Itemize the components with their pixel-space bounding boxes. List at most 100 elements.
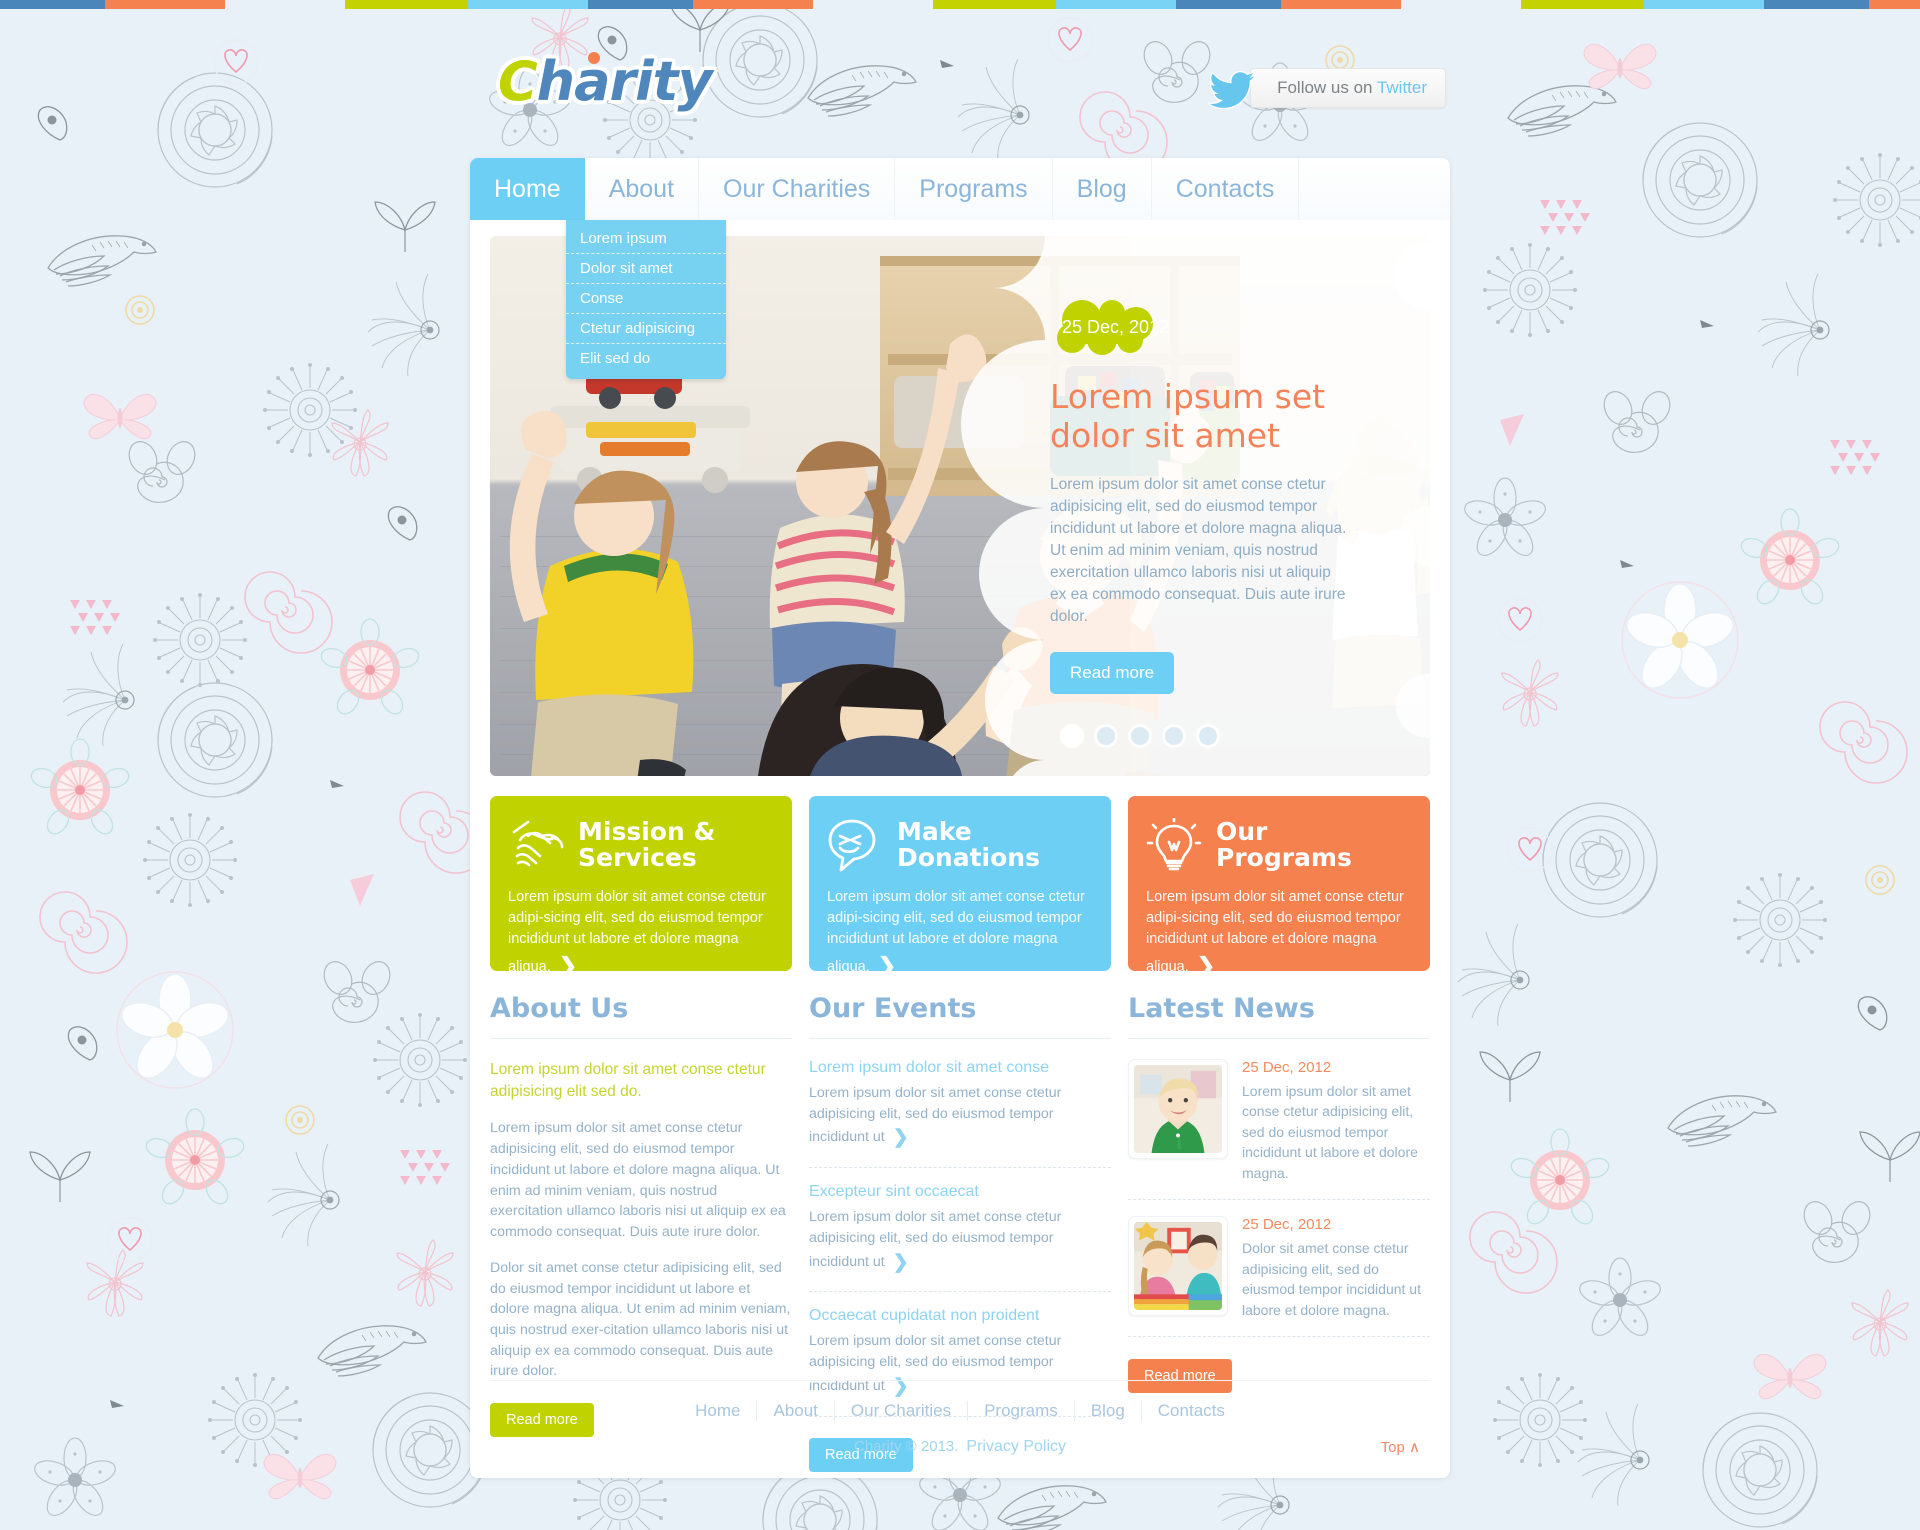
footer-bottom-row: Charity © 2013. Privacy Policy Top ∧ xyxy=(490,1438,1430,1456)
back-to-top-link[interactable]: Top ∧ xyxy=(1381,1438,1420,1456)
news-text: Lorem ipsum dolor sit amet conse ctetur … xyxy=(1242,1083,1418,1181)
news-thumbnail[interactable] xyxy=(1128,1059,1228,1159)
slider-pagination xyxy=(1060,724,1220,748)
about-us-paragraph-2: Dolor sit amet conse ctetur adipisicing … xyxy=(490,1259,791,1380)
event-arrow-icon[interactable]: ❯ xyxy=(893,1252,909,1273)
dropdown-item-1[interactable]: Lorem ipsum xyxy=(566,224,726,254)
event-title[interactable]: Occaecat cupidatat non proident xyxy=(809,1307,1111,1325)
chevron-up-icon: ∧ xyxy=(1409,1439,1420,1456)
about-us-lead: Lorem ipsum dolor sit amet conse ctetur … xyxy=(490,1061,766,1100)
event-arrow-icon[interactable]: ❯ xyxy=(893,1127,909,1148)
nav-item-contacts[interactable]: Contacts xyxy=(1152,158,1300,220)
news-date: 25 Dec, 2012 xyxy=(1242,1216,1332,1234)
nav-item-our-charities[interactable]: Our Charities xyxy=(699,158,896,220)
teacher-and-girl-photo xyxy=(1134,1222,1222,1311)
slider-dot-2[interactable] xyxy=(1094,724,1118,748)
twitter-follow-block[interactable]: Follow us on Twitter xyxy=(1208,67,1446,109)
dropdown-item-5[interactable]: Elit sed do xyxy=(566,344,726,373)
event-text-body: Lorem ipsum dolor sit amet conse ctetur … xyxy=(809,1209,1062,1270)
nav-item-home[interactable]: Home xyxy=(470,158,585,220)
feature-title: Mission & Services xyxy=(578,816,716,872)
feature-box-our-programs[interactable]: Our Programs Lorem ipsum dolor sit amet … xyxy=(1128,796,1430,978)
event-title[interactable]: Excepteur sint occaecat xyxy=(809,1183,1111,1201)
boy-in-green-shirt-photo xyxy=(1134,1065,1222,1153)
footer-navigation: Home About Our Charities Programs Blog C… xyxy=(490,1401,1430,1421)
logo-rest: harity xyxy=(536,50,713,113)
slide-date: 25 Dec, 2012 xyxy=(1062,317,1170,337)
nav-item-blog[interactable]: Blog xyxy=(1053,158,1152,220)
primary-navigation: Home About Our Charities Programs Blog C… xyxy=(470,158,1450,379)
event-text: Lorem ipsum dolor sit amet conse ctetur … xyxy=(809,1083,1111,1152)
footer-link-contacts[interactable]: Contacts xyxy=(1142,1401,1241,1421)
feature-text-body: Lorem ipsum dolor sit amet conse ctetur … xyxy=(508,889,766,976)
privacy-policy-link[interactable]: Privacy Policy xyxy=(966,1438,1066,1455)
nav-dropdown-menu: Lorem ipsum Dolor sit amet Conse Ctetur … xyxy=(566,220,726,379)
slide-title: Lorem ipsum set dolor sit amet xyxy=(1050,377,1326,455)
feature-text: Lorem ipsum dolor sit amet conse ctetur … xyxy=(827,887,1093,982)
footer-link-about[interactable]: About xyxy=(757,1401,835,1421)
about-us-paragraph-1: Lorem ipsum dolor sit amet conse ctetur … xyxy=(490,1120,786,1241)
event-item: Excepteur sint occaecat Lorem ipsum dolo… xyxy=(809,1183,1111,1293)
feature-arrow-icon[interactable]: ❯ xyxy=(559,950,577,982)
feature-box-make-donations[interactable]: Make Donations Lorem ipsum dolor sit ame… xyxy=(809,796,1111,978)
nav-label: Programs xyxy=(919,174,1028,203)
site-logo[interactable]: Charity xyxy=(498,50,713,113)
main-content-panel: Home About Our Charities Programs Blog C… xyxy=(470,158,1450,1478)
feature-boxes: Mission & Services Lorem ipsum dolor sit… xyxy=(490,796,1430,978)
nav-label: Blog xyxy=(1076,174,1127,203)
feature-title-line2: Services xyxy=(578,843,697,872)
feature-box-mission-services[interactable]: Mission & Services Lorem ipsum dolor sit… xyxy=(490,796,792,978)
feature-arrow-icon[interactable]: ❯ xyxy=(878,950,896,982)
twitter-bird-icon[interactable] xyxy=(1208,67,1260,109)
slider-dot-5[interactable] xyxy=(1196,724,1220,748)
news-body: 25 Dec, 2012 Lorem ipsum dolor sit amet … xyxy=(1242,1059,1430,1183)
footer-link-our-charities[interactable]: Our Charities xyxy=(835,1401,969,1421)
feature-header: Our Programs xyxy=(1146,813,1412,877)
feature-arrow-icon[interactable]: ❯ xyxy=(1197,950,1215,982)
slide-read-more-button[interactable]: Read more xyxy=(1050,651,1175,694)
news-body: 25 Dec, 2012 Dolor sit amet conse ctetur… xyxy=(1242,1216,1430,1320)
nav-item-programs[interactable]: Programs xyxy=(895,158,1053,220)
slide-description: Lorem ipsum dolor sit amet conse ctetur … xyxy=(1050,475,1347,625)
twitter-follow-prefix: Follow us on xyxy=(1277,78,1377,97)
dropdown-item-2[interactable]: Dolor sit amet xyxy=(566,254,726,284)
logo-letter-c: C xyxy=(498,50,538,113)
twitter-link[interactable]: Twitter xyxy=(1377,78,1427,97)
news-item: 25 Dec, 2012 Dolor sit amet conse ctetur… xyxy=(1128,1216,1430,1337)
dropdown-item-3[interactable]: Conse xyxy=(566,284,726,314)
dropdown-item-4[interactable]: Ctetur adipisicing xyxy=(566,314,726,344)
event-title[interactable]: Lorem ipsum dolor sit amet conse xyxy=(809,1059,1111,1077)
news-text: Dolor sit amet conse ctetur adipisicing … xyxy=(1242,1240,1421,1318)
nav-item-about[interactable]: About xyxy=(585,158,700,220)
footer-link-blog[interactable]: Blog xyxy=(1075,1401,1142,1421)
copyright-text: Charity © 2013. xyxy=(853,1438,959,1455)
twitter-follow-badge[interactable]: Follow us on Twitter xyxy=(1250,68,1446,108)
feature-header: Mission & Services xyxy=(508,813,774,877)
feature-text: Lorem ipsum dolor sit amet conse ctetur … xyxy=(1146,887,1412,982)
news-thumbnail[interactable] xyxy=(1128,1216,1228,1317)
feature-title-line1: Make xyxy=(897,816,972,846)
logo-accent-dot xyxy=(588,52,600,64)
feature-text: Lorem ipsum dolor sit amet conse ctetur … xyxy=(508,887,774,982)
feature-title: Our Programs xyxy=(1216,818,1352,872)
slide-date-cloud: 25 Dec, 2012 xyxy=(1050,300,1174,356)
feature-title: Make Donations xyxy=(897,816,1040,872)
feature-text-body: Lorem ipsum dolor sit amet conse ctetur … xyxy=(827,889,1085,976)
news-item: 25 Dec, 2012 Lorem ipsum dolor sit amet … xyxy=(1128,1059,1430,1201)
nav-label: Contacts xyxy=(1175,174,1275,203)
feature-title-line1: Mission & xyxy=(578,816,716,846)
slider-dot-1[interactable] xyxy=(1060,724,1084,748)
slider-dot-4[interactable] xyxy=(1162,724,1186,748)
slide-content: 25 Dec, 2012 Lorem ipsum set dolor sit a… xyxy=(1050,300,1350,694)
footer-link-home[interactable]: Home xyxy=(679,1401,758,1421)
about-us-title: About Us xyxy=(490,993,792,1039)
footer-link-programs[interactable]: Programs xyxy=(968,1401,1075,1421)
slider-edge-blobs xyxy=(1394,242,1430,738)
speech-bubble-smiley-icon xyxy=(828,819,876,872)
top-color-stripe xyxy=(0,0,1920,9)
feature-title-line2: Donations xyxy=(897,843,1040,872)
event-text-body: Lorem ipsum dolor sit amet conse ctetur … xyxy=(809,1085,1062,1146)
slider-dot-3[interactable] xyxy=(1128,724,1152,748)
nav-label: About xyxy=(608,174,675,203)
